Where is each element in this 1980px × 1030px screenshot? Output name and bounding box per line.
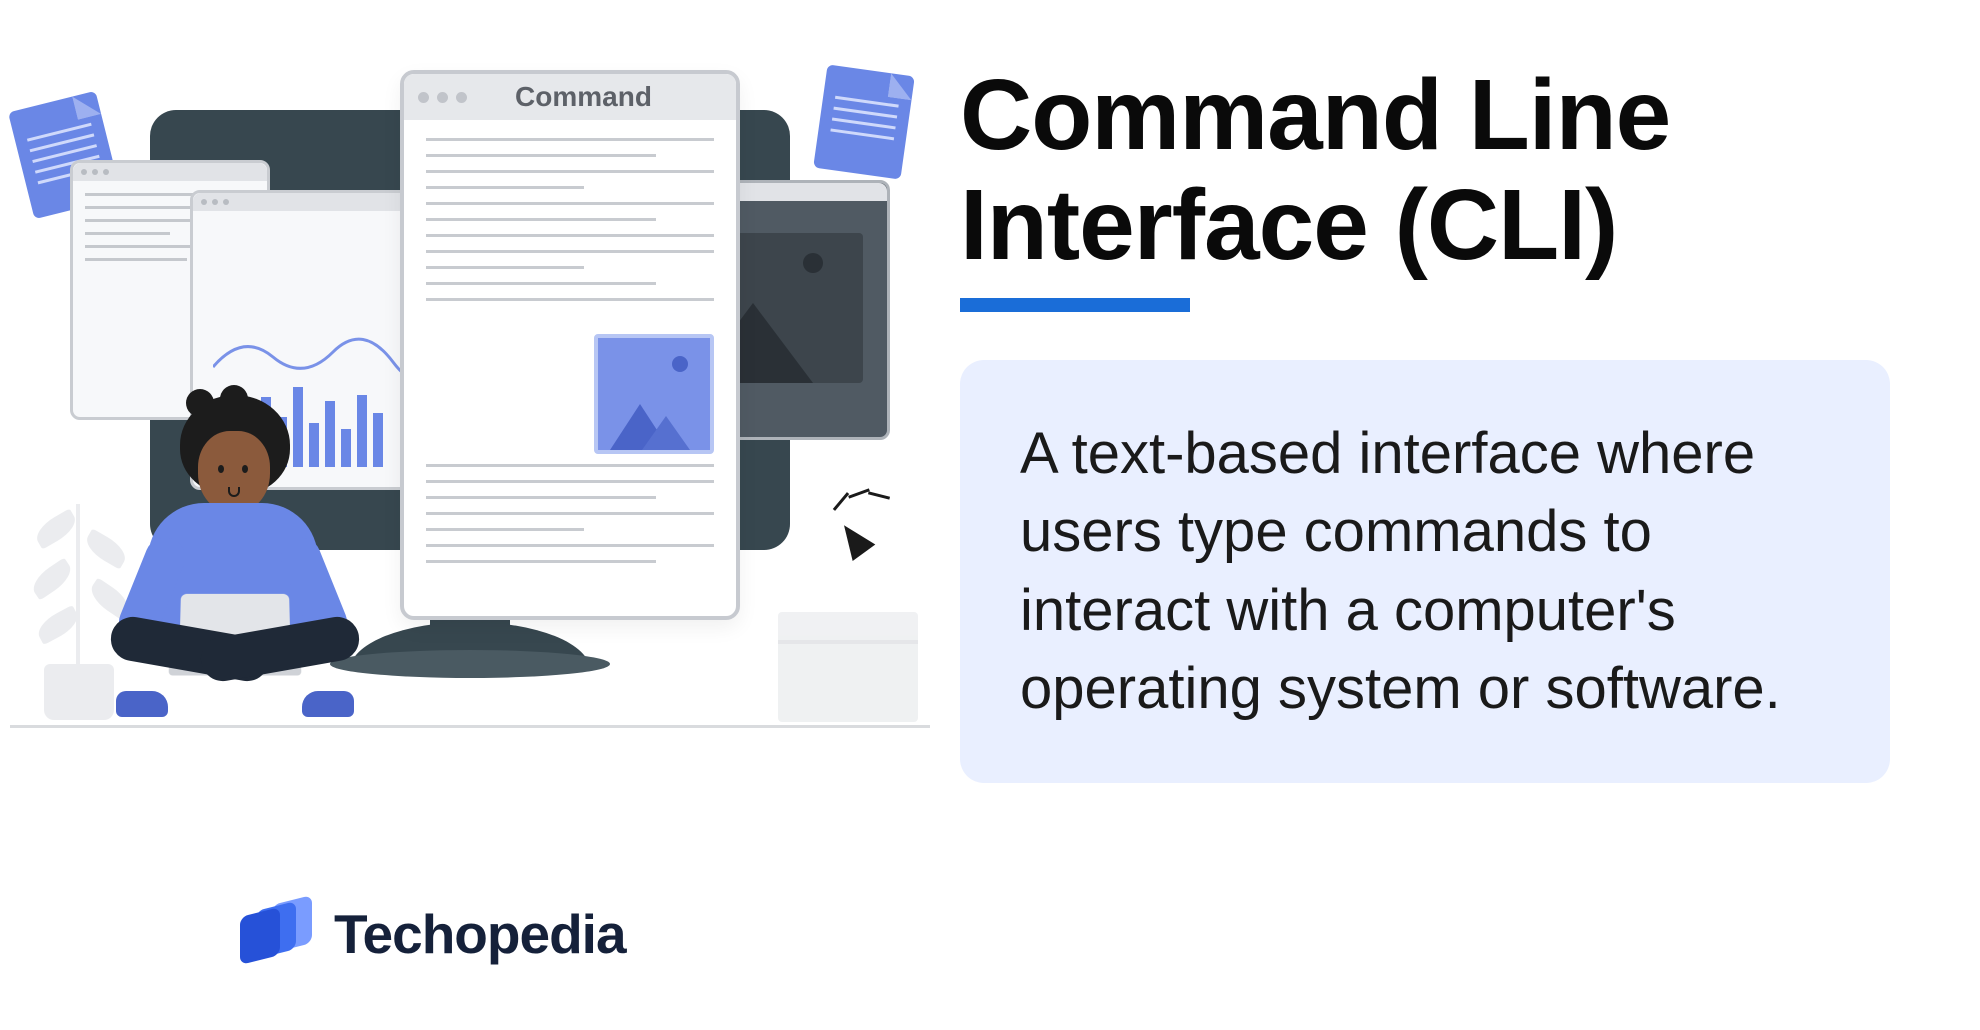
window-control-dot: [418, 92, 429, 103]
cli-illustration: Command: [10, 60, 930, 760]
brand: Techopedia: [240, 898, 626, 970]
brand-logo-icon: [240, 898, 312, 970]
page-title: Command Line Interface (CLI): [960, 60, 1890, 280]
command-window-title: Command: [475, 81, 692, 113]
content-panel: Command Line Interface (CLI) A text-base…: [940, 0, 1980, 1030]
spreadsheet-icon: [813, 64, 915, 179]
command-window-titlebar: Command: [404, 74, 736, 120]
brand-name: Techopedia: [334, 902, 626, 966]
box-decoration: [778, 612, 918, 722]
command-window: Command: [400, 70, 740, 620]
person-illustration: [90, 395, 370, 735]
illustration-panel: Command: [0, 0, 940, 1030]
window-control-dot: [437, 92, 448, 103]
cursor-icon: [840, 522, 868, 556]
definition-box: A text-based interface where users type …: [960, 360, 1890, 783]
title-underline: [960, 298, 1190, 312]
window-control-dot: [456, 92, 467, 103]
image-placeholder-icon: [594, 334, 714, 454]
